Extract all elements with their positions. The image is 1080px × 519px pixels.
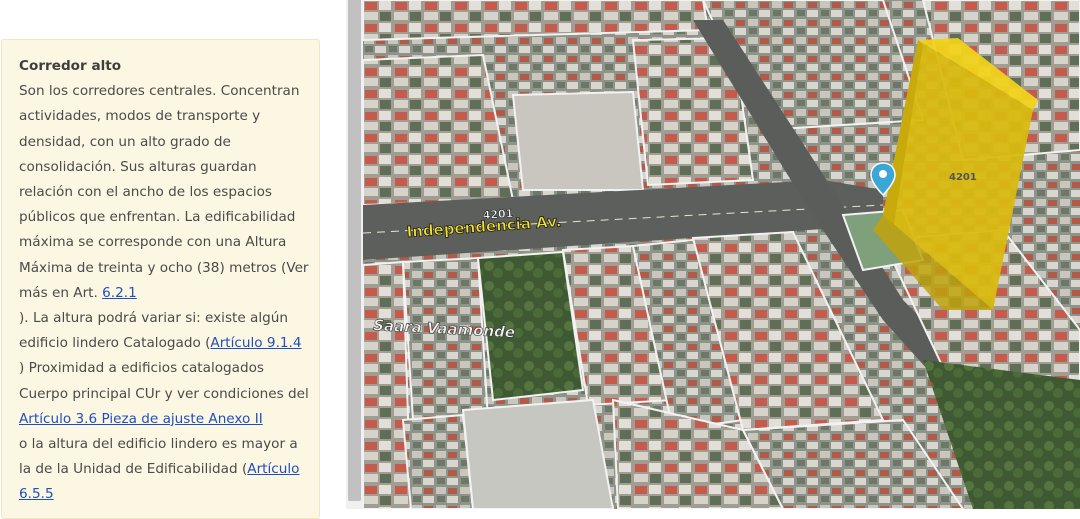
article-6-2-1-link[interactable]: 6.2.1 xyxy=(102,285,137,301)
info-card-body: Son los corredores centrales. Concentran… xyxy=(19,79,311,507)
info-card-title: Corredor alto xyxy=(19,58,122,74)
vertical-scrollbar[interactable] xyxy=(346,0,363,509)
block xyxy=(401,413,475,509)
block xyxy=(363,260,413,509)
right-street-number: 4201 xyxy=(949,172,977,183)
body-text-3: ) Proximidad a edificios catalogados Cue… xyxy=(19,360,309,402)
info-card: Corredor alto Son los corredores central… xyxy=(1,39,320,519)
body-text-1: Son los corredores centrales. Concentran… xyxy=(19,83,309,301)
block xyxy=(461,398,615,509)
scrollbar-thumb[interactable] xyxy=(348,0,361,501)
block xyxy=(511,90,645,191)
article-9-1-4-link[interactable]: Artículo 9.1.4 xyxy=(210,335,301,351)
map-3d-view[interactable]: 4201 Independencia Av. Saara Vaamonde 42… xyxy=(363,0,1080,509)
info-panel: Corredor alto Son los corredores central… xyxy=(0,0,346,519)
map-canvas[interactable]: 4201 Independencia Av. Saara Vaamonde 42… xyxy=(363,0,1080,509)
article-3-6-link[interactable]: Artículo 3.6 Pieza de ajuste Anexo II xyxy=(19,411,263,427)
info-card-content: Corredor alto Son los corredores central… xyxy=(19,54,311,508)
